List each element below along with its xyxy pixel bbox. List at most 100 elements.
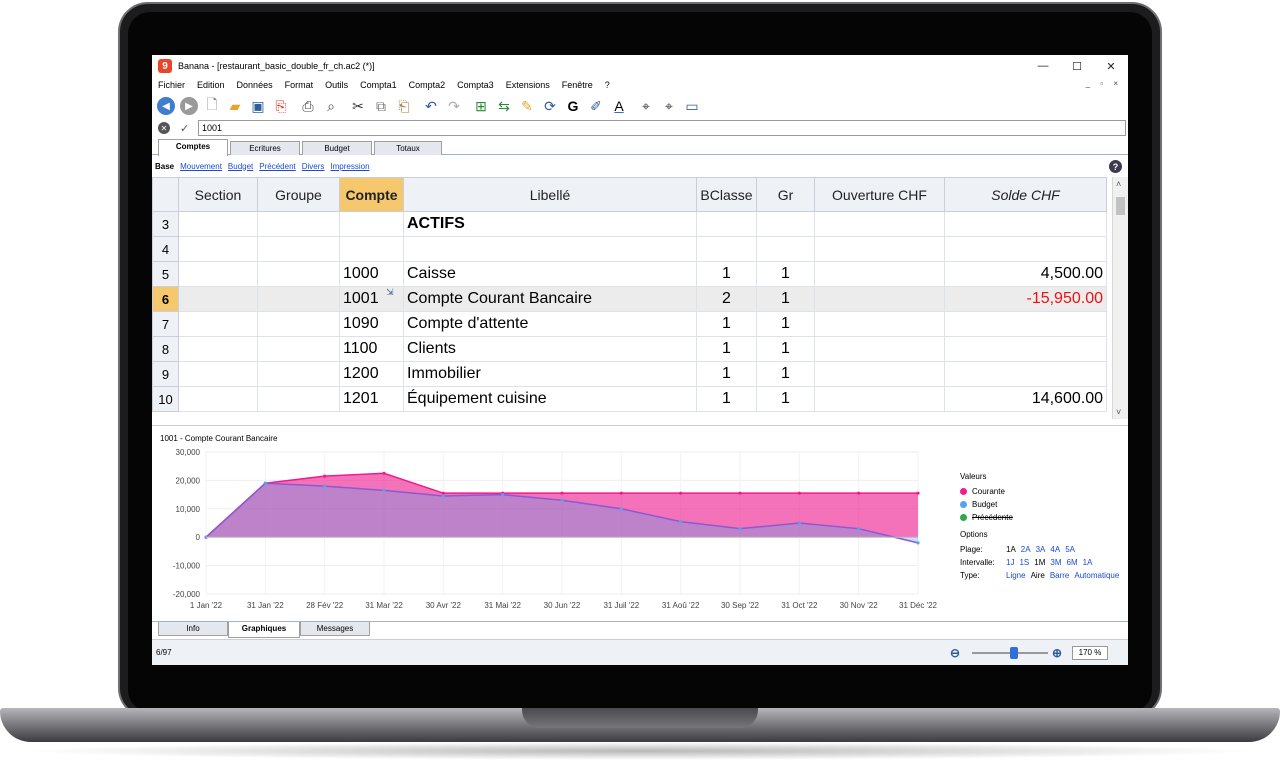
font-color-button[interactable]: A: [609, 96, 629, 116]
cell-solde[interactable]: 14,600.00: [944, 386, 1107, 412]
cell-ouverture[interactable]: [814, 361, 945, 387]
menu-format[interactable]: Format: [279, 80, 320, 90]
minimize-button[interactable]: —: [1026, 55, 1060, 77]
cell-groupe[interactable]: [257, 286, 340, 312]
zoom-slider-thumb[interactable]: [1010, 647, 1018, 659]
tab-info[interactable]: Info: [158, 622, 228, 636]
view-link-impression[interactable]: Impression: [330, 162, 369, 171]
cell-compte[interactable]: 1000: [339, 261, 404, 287]
save-button[interactable]: ▣: [248, 96, 268, 116]
cell-section[interactable]: [178, 211, 258, 237]
windows-button[interactable]: ▭: [682, 96, 702, 116]
cell-groupe[interactable]: [257, 236, 340, 262]
highlight-button[interactable]: ✐: [586, 96, 606, 116]
type-option-automatique[interactable]: Automatique: [1074, 569, 1119, 582]
paste-button[interactable]: ⎗: [394, 96, 414, 116]
cell-bclasse[interactable]: 1: [696, 361, 757, 387]
row-number[interactable]: 6: [152, 286, 179, 312]
cell-compte[interactable]: 1100: [339, 336, 404, 362]
cell-bclasse[interactable]: 1: [696, 386, 757, 412]
cell-ouverture[interactable]: [814, 211, 945, 237]
menu-fichier[interactable]: Fichier: [152, 80, 191, 90]
intervalle-option-1s[interactable]: 1S: [1019, 556, 1029, 569]
cell-libelle[interactable]: Compte Courant Bancaire: [403, 286, 697, 312]
column-header-gr[interactable]: Gr: [756, 177, 815, 212]
row-number[interactable]: 7: [152, 311, 179, 337]
tab-comptes[interactable]: Comptes: [158, 139, 228, 156]
document-window-controls[interactable]: _ ▫ ×: [1086, 79, 1122, 88]
tab-budget[interactable]: Budget: [302, 141, 372, 155]
cell-bclasse[interactable]: [696, 236, 757, 262]
bold-button[interactable]: G: [563, 96, 583, 116]
intervalle-option-1j[interactable]: 1J: [1006, 556, 1014, 569]
edit-cell-button[interactable]: ✎: [517, 96, 537, 116]
intervalle-option-1m[interactable]: 1M: [1034, 556, 1045, 569]
type-option-ligne[interactable]: Ligne: [1006, 569, 1026, 582]
menu-compta1[interactable]: Compta1: [354, 80, 403, 90]
cell-ouverture[interactable]: [814, 386, 945, 412]
cancel-edit-icon[interactable]: ✕: [158, 122, 170, 134]
new-file-button[interactable]: 🗋: [202, 96, 222, 116]
cell-section[interactable]: [178, 386, 258, 412]
column-header-groupe[interactable]: Groupe: [257, 177, 340, 212]
print-preview-button[interactable]: ⌕: [321, 96, 341, 116]
column-header-section[interactable]: Section: [178, 177, 258, 212]
menu-help[interactable]: ?: [599, 80, 616, 90]
cell-gr[interactable]: 1: [756, 336, 815, 362]
row-number[interactable]: 10: [152, 386, 179, 412]
cell-groupe[interactable]: [257, 361, 340, 387]
cell-compte[interactable]: [339, 236, 404, 262]
cell-link-icon[interactable]: ⇲: [386, 287, 394, 298]
zoom-in-icon[interactable]: ⊕: [1052, 646, 1062, 660]
find-next-button[interactable]: ⌖: [659, 96, 679, 116]
confirm-edit-icon[interactable]: ✓: [180, 122, 189, 135]
cell-ouverture[interactable]: [814, 286, 945, 312]
back-button[interactable]: ◀: [156, 96, 176, 116]
type-option-barre[interactable]: Barre: [1050, 569, 1070, 582]
tab-messages[interactable]: Messages: [300, 622, 370, 636]
type-option-aire[interactable]: Aire: [1031, 569, 1045, 582]
corner-header[interactable]: [152, 177, 179, 212]
copy-button[interactable]: ⧉: [371, 96, 391, 116]
legend-item-budget[interactable]: Budget: [960, 498, 1124, 511]
cell-compte[interactable]: 1201: [339, 386, 404, 412]
intervalle-option-1a[interactable]: 1A: [1083, 556, 1093, 569]
row-number[interactable]: 9: [152, 361, 179, 387]
plage-option-3a[interactable]: 3A: [1036, 543, 1046, 556]
menu-extensions[interactable]: Extensions: [500, 80, 556, 90]
menu-fenetre[interactable]: Fenêtre: [556, 80, 599, 90]
plage-option-2a[interactable]: 2A: [1021, 543, 1031, 556]
column-header-solde[interactable]: Solde CHF: [944, 177, 1107, 212]
move-rows-button[interactable]: ⇆: [494, 96, 514, 116]
tab-totaux[interactable]: Totaux: [374, 141, 442, 155]
plage-option-5a[interactable]: 5A: [1065, 543, 1075, 556]
menu-donnees[interactable]: Données: [231, 80, 279, 90]
view-link-divers[interactable]: Divers: [302, 162, 325, 171]
menu-outils[interactable]: Outils: [319, 80, 354, 90]
cell-compte[interactable]: [339, 211, 404, 237]
cell-bclasse[interactable]: 1: [696, 336, 757, 362]
cell-gr[interactable]: [756, 211, 815, 237]
column-header-libelle[interactable]: Libellé: [403, 177, 697, 212]
cell-solde[interactable]: -15,950.00: [944, 286, 1107, 312]
open-file-button[interactable]: ▰: [225, 96, 245, 116]
cell-solde[interactable]: 4,500.00: [944, 261, 1107, 287]
row-number[interactable]: 5: [152, 261, 179, 287]
cell-libelle[interactable]: Clients: [403, 336, 697, 362]
intervalle-option-6m[interactable]: 6M: [1067, 556, 1078, 569]
grid-scrollbar[interactable]: ˄ ˅: [1112, 177, 1128, 419]
column-header-compte[interactable]: Compte: [339, 177, 404, 212]
cell-ouverture[interactable]: [814, 336, 945, 362]
cell-libelle[interactable]: Immobilier: [403, 361, 697, 387]
cut-button[interactable]: ✂: [348, 96, 368, 116]
cell-ouverture[interactable]: [814, 261, 945, 287]
cell-section[interactable]: [178, 236, 258, 262]
cell-gr[interactable]: 1: [756, 311, 815, 337]
cell-gr[interactable]: [756, 236, 815, 262]
cell-groupe[interactable]: [257, 336, 340, 362]
undo-button[interactable]: ↶: [421, 96, 441, 116]
cell-section[interactable]: [178, 336, 258, 362]
zoom-out-icon[interactable]: ⊖: [950, 646, 960, 660]
cell-section[interactable]: [178, 261, 258, 287]
cell-bclasse[interactable]: 1: [696, 311, 757, 337]
